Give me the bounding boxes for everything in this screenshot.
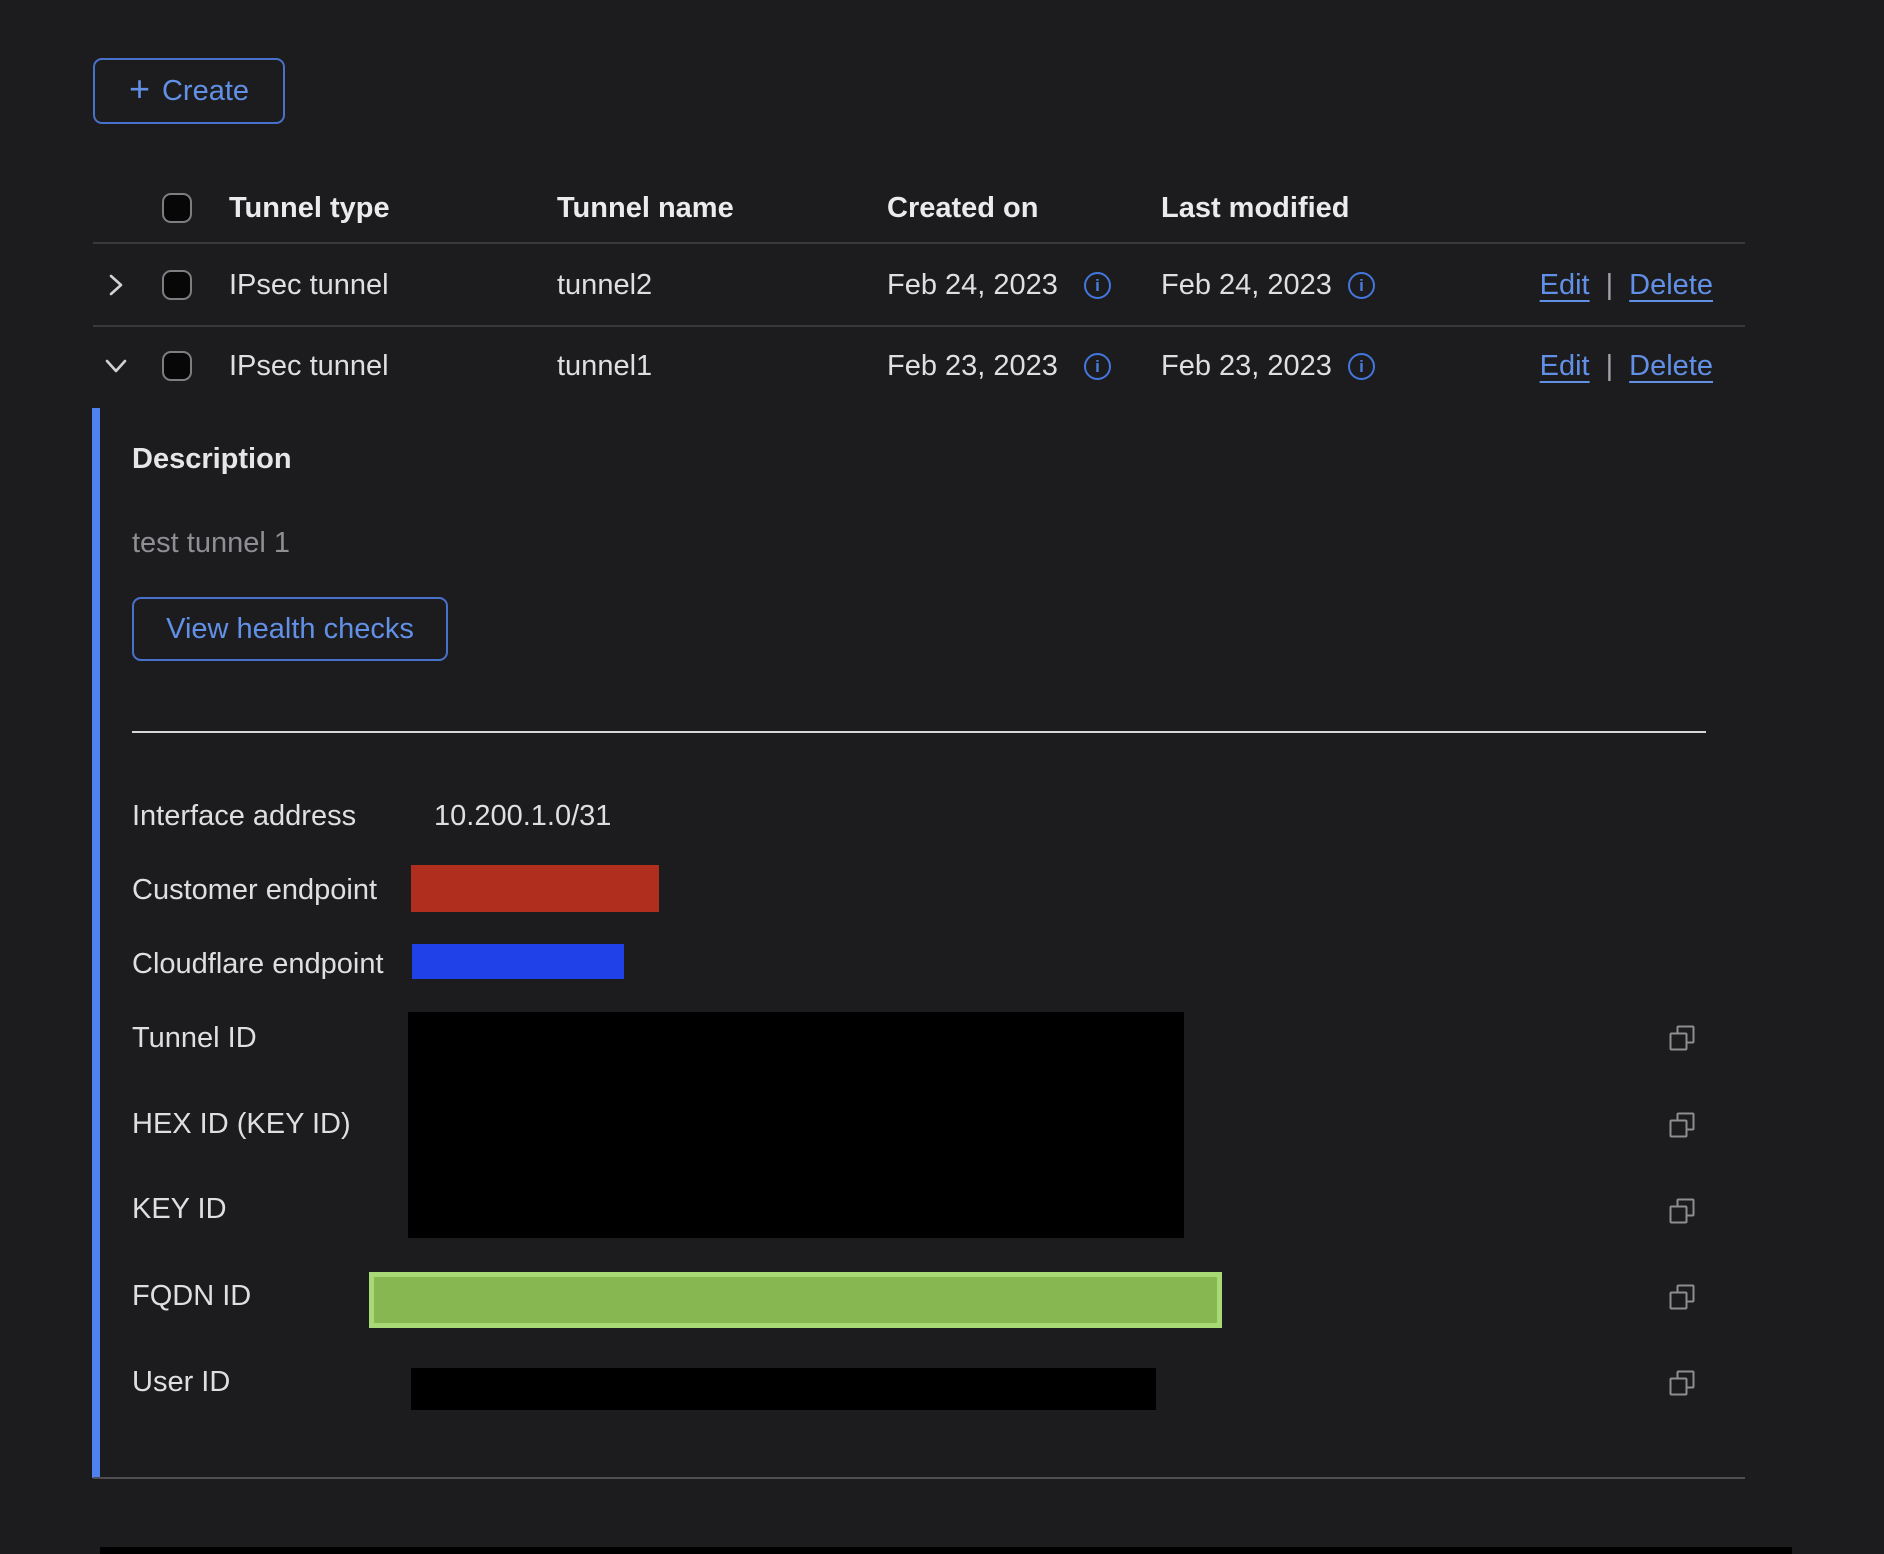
- select-all-checkbox[interactable]: [162, 193, 192, 223]
- column-header-created-on: Created on: [887, 190, 1038, 226]
- info-icon[interactable]: i: [1084, 272, 1111, 299]
- row-checkbox[interactable]: [162, 270, 192, 300]
- copy-hex-id-icon[interactable]: [1668, 1111, 1696, 1139]
- fqdn-id-redacted-value: [369, 1272, 1222, 1328]
- cloudflare-endpoint-label: Cloudflare endpoint: [132, 946, 384, 982]
- column-header-tunnel-type: Tunnel type: [229, 190, 390, 226]
- description-value: test tunnel 1: [132, 525, 290, 561]
- last-modified-cell: Feb 24, 2023: [1161, 267, 1332, 303]
- tunnel-type-cell: IPsec tunnel: [229, 348, 389, 384]
- customer-endpoint-label: Customer endpoint: [132, 872, 377, 908]
- copy-tunnel-id-icon[interactable]: [1668, 1024, 1696, 1052]
- edit-link[interactable]: Edit: [1540, 267, 1590, 303]
- chevron-down-icon[interactable]: [103, 354, 129, 383]
- column-header-tunnel-name: Tunnel name: [557, 190, 734, 226]
- row-actions: Edit | Delete: [1540, 267, 1713, 303]
- description-label: Description: [132, 441, 292, 477]
- tunnels-page: + Create Tunnel type Tunnel name Created…: [0, 0, 1884, 1554]
- customer-endpoint-redacted-value: [411, 865, 659, 912]
- copy-key-id-icon[interactable]: [1668, 1197, 1696, 1225]
- info-glyph: i: [1095, 277, 1100, 294]
- actions-separator: |: [1606, 267, 1614, 303]
- bottom-redacted-strip: [100, 1547, 1792, 1554]
- edit-link[interactable]: Edit: [1540, 348, 1590, 384]
- row-checkbox[interactable]: [162, 351, 192, 381]
- delete-link[interactable]: Delete: [1629, 348, 1713, 384]
- actions-separator: |: [1606, 348, 1614, 384]
- hex-id-label: HEX ID (KEY ID): [132, 1106, 351, 1142]
- info-glyph: i: [1095, 358, 1100, 375]
- tunnel-id-label: Tunnel ID: [132, 1020, 257, 1056]
- interface-address-value: 10.200.1.0/31: [434, 798, 611, 834]
- chevron-right-icon[interactable]: [104, 272, 128, 303]
- ids-redacted-values: [408, 1012, 1184, 1238]
- column-header-last-modified: Last modified: [1161, 190, 1350, 226]
- plus-icon: +: [129, 71, 150, 107]
- user-id-label: User ID: [132, 1364, 230, 1400]
- copy-fqdn-id-icon[interactable]: [1668, 1283, 1696, 1311]
- create-button[interactable]: + Create: [93, 58, 285, 124]
- fqdn-id-label: FQDN ID: [132, 1278, 251, 1314]
- created-on-cell: Feb 23, 2023: [887, 348, 1058, 384]
- info-glyph: i: [1359, 277, 1364, 294]
- tunnel-name-cell: tunnel2: [557, 267, 652, 303]
- row-divider: [93, 325, 1745, 327]
- info-icon[interactable]: i: [1348, 353, 1375, 380]
- row-actions: Edit | Delete: [1540, 348, 1713, 384]
- info-icon[interactable]: i: [1348, 272, 1375, 299]
- info-glyph: i: [1359, 358, 1364, 375]
- tunnel-type-cell: IPsec tunnel: [229, 267, 389, 303]
- interface-address-label: Interface address: [132, 798, 356, 834]
- expanded-row-accent-bar: [92, 408, 100, 1478]
- create-button-label: Create: [162, 75, 249, 108]
- user-id-redacted-value: [411, 1368, 1156, 1410]
- info-icon[interactable]: i: [1084, 353, 1111, 380]
- expanded-row-bottom-divider: [93, 1477, 1745, 1479]
- copy-user-id-icon[interactable]: [1668, 1369, 1696, 1397]
- key-id-label: KEY ID: [132, 1191, 227, 1227]
- tunnel-name-cell: tunnel1: [557, 348, 652, 384]
- view-health-checks-label: View health checks: [166, 613, 414, 646]
- detail-divider: [132, 731, 1706, 733]
- cloudflare-endpoint-redacted-value: [412, 944, 624, 979]
- last-modified-cell: Feb 23, 2023: [1161, 348, 1332, 384]
- view-health-checks-button[interactable]: View health checks: [132, 597, 448, 661]
- created-on-cell: Feb 24, 2023: [887, 267, 1058, 303]
- header-divider: [93, 242, 1745, 244]
- delete-link[interactable]: Delete: [1629, 267, 1713, 303]
